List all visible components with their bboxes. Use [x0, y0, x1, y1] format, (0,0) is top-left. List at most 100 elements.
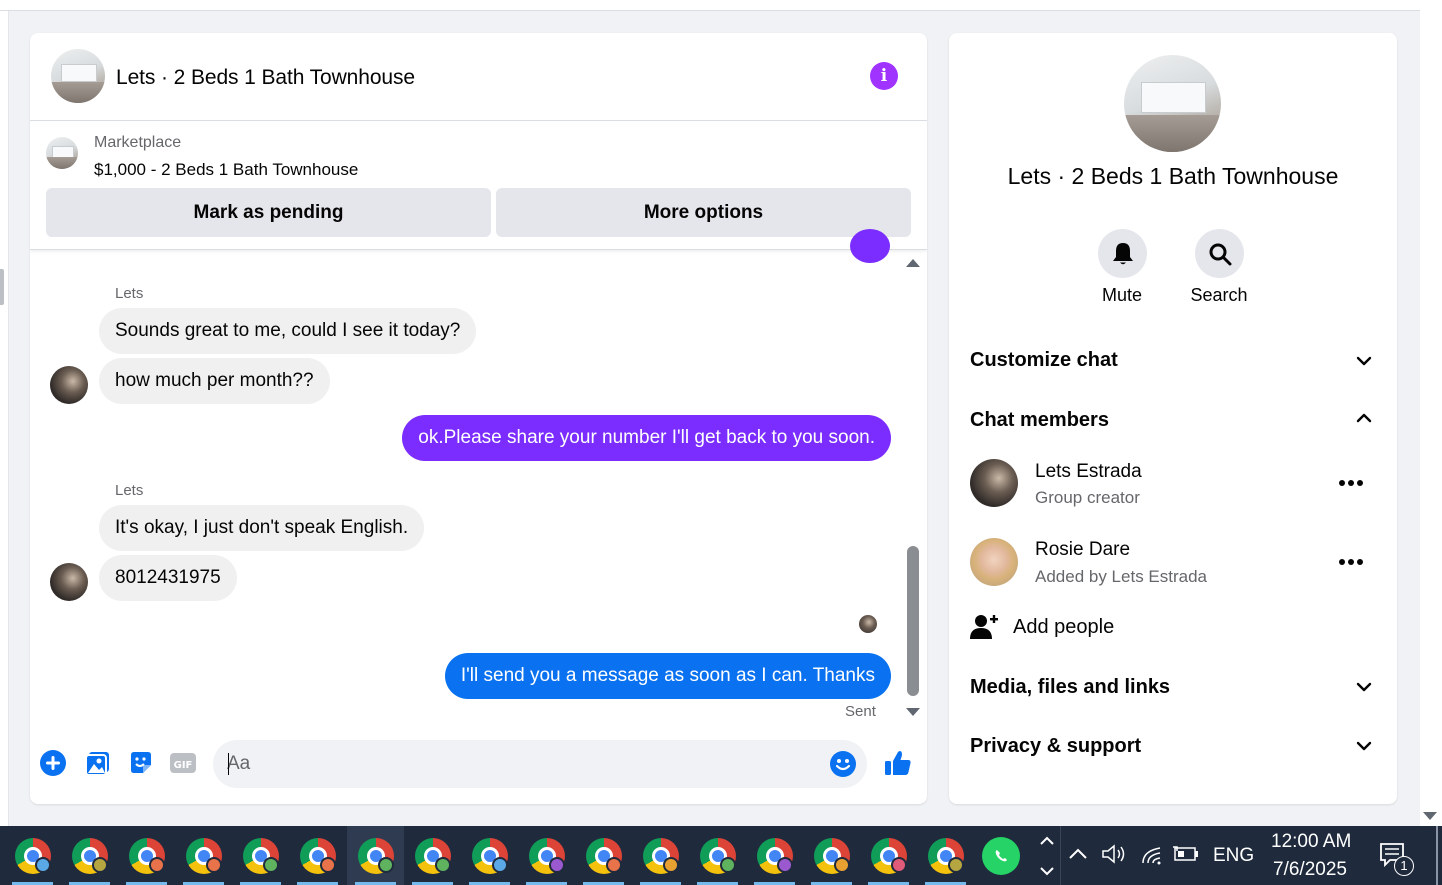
chevron-down-icon[interactable] [1356, 738, 1372, 754]
profile-badge-icon [549, 857, 565, 873]
bell-icon [1112, 242, 1133, 264]
chevron-down-icon[interactable] [1356, 679, 1372, 695]
chrome-taskbar-icon[interactable] [289, 826, 346, 885]
volume-icon[interactable] [1101, 843, 1127, 865]
chrome-taskbar-icon[interactable] [917, 826, 974, 885]
listing-thumbnail[interactable] [46, 137, 78, 169]
chrome-taskbar-icon[interactable] [518, 826, 575, 885]
chrome-taskbar-icon[interactable] [4, 826, 61, 885]
chrome-taskbar-icon[interactable] [232, 826, 289, 885]
search-button[interactable] [1195, 229, 1244, 278]
sent-status: Sent [845, 703, 876, 720]
listing-title[interactable]: $1,000 - 2 Beds 1 Bath Townhouse [94, 160, 358, 180]
more-options-button[interactable]: More options [496, 188, 911, 237]
scroll-down-arrow-icon[interactable] [906, 708, 920, 716]
photo-icon[interactable] [84, 749, 112, 777]
profile-badge-icon [263, 857, 279, 873]
plus-icon[interactable] [39, 749, 67, 777]
mute-button[interactable] [1098, 229, 1147, 278]
svg-text:GIF: GIF [174, 760, 193, 771]
scroll-down-arrow-icon[interactable] [1423, 812, 1437, 820]
message-bubble[interactable]: It's okay, I just don't speak English. [99, 505, 425, 551]
profile-badge-icon [35, 857, 51, 873]
sender-name: Lets [115, 285, 144, 302]
chat-title[interactable]: Lets · 2 Beds 1 Bath Townhouse [116, 66, 415, 90]
chrome-taskbar-icon[interactable] [118, 826, 175, 885]
message-scrollbar-thumb[interactable] [907, 546, 919, 696]
sticker-icon[interactable] [127, 749, 155, 777]
add-person-icon[interactable] [970, 613, 998, 641]
panel-listing-avatar[interactable] [1124, 55, 1221, 152]
left-gutter [0, 11, 9, 826]
show-hidden-icons-icon[interactable] [1068, 846, 1088, 860]
collapse-handle[interactable] [0, 269, 4, 305]
marketplace-label: Marketplace [94, 134, 182, 151]
gif-icon[interactable]: GIF [169, 749, 197, 777]
more-options-icon[interactable] [1339, 558, 1363, 566]
sender-name: Lets [115, 482, 144, 499]
chrome-taskbar-icon[interactable] [61, 826, 118, 885]
taskbar-scroll[interactable] [1036, 826, 1058, 885]
chrome-taskbar-icon[interactable] [461, 826, 518, 885]
chevron-up-icon[interactable] [1356, 410, 1372, 426]
listing-avatar[interactable] [51, 49, 105, 103]
profile-badge-icon [492, 857, 508, 873]
chevron-down-icon[interactable] [1356, 353, 1372, 369]
add-people-button[interactable]: Add people [1013, 616, 1114, 639]
profile-badge-icon [92, 857, 108, 873]
message-list[interactable]: Lets Sounds great to me, could I see it … [30, 229, 927, 721]
scroll-up-arrow-icon[interactable] [906, 259, 920, 267]
chrome-taskbar-icon[interactable] [404, 826, 461, 885]
profile-badge-icon [320, 857, 336, 873]
emoji-icon[interactable] [829, 750, 857, 778]
profile-badge-icon [206, 857, 222, 873]
message-input[interactable] [227, 740, 807, 788]
chrome-taskbar-icon[interactable] [175, 826, 232, 885]
profile-badge-icon [435, 857, 451, 873]
member-avatar[interactable] [970, 538, 1018, 586]
member-name[interactable]: Lets Estrada [1035, 461, 1142, 483]
whatsapp-taskbar-icon[interactable] [972, 826, 1029, 885]
chrome-taskbar-icon[interactable] [689, 826, 746, 885]
clock-date[interactable]: 7/6/2025 [1273, 859, 1347, 881]
member-avatar[interactable] [970, 459, 1018, 507]
message-input-container[interactable] [213, 740, 867, 788]
sender-avatar[interactable] [50, 366, 88, 404]
message-bubble[interactable]: how much per month?? [99, 358, 330, 404]
chrome-taskbar-icon[interactable] [575, 826, 632, 885]
seen-indicator-avatar [859, 615, 877, 633]
thumbs-up-icon[interactable] [882, 749, 914, 777]
member-name[interactable]: Rosie Dare [1035, 539, 1130, 561]
search-label: Search [1190, 285, 1248, 305]
message-bubble[interactable]: 8012431975 [99, 555, 237, 601]
member-role: Group creator [1035, 488, 1140, 507]
chrome-taskbar-icon[interactable] [632, 826, 689, 885]
previous-message-bubble [850, 229, 890, 263]
chat-members-section[interactable]: Chat members [970, 409, 1109, 432]
chrome-taskbar-icon[interactable] [746, 826, 803, 885]
message-bubble-outgoing[interactable]: I'll send you a message as soon as I can… [444, 653, 891, 699]
mark-as-pending-button[interactable]: Mark as pending [46, 188, 491, 237]
chat-header: Lets · 2 Beds 1 Bath Townhouse i [30, 33, 927, 121]
clock-time[interactable]: 12:00 AM [1271, 831, 1351, 853]
profile-badge-icon [834, 857, 850, 873]
chrome-taskbar-icon[interactable] [860, 826, 917, 885]
info-icon[interactable]: i [870, 62, 898, 90]
sender-avatar[interactable] [50, 563, 88, 601]
privacy-support-section[interactable]: Privacy & support [970, 735, 1141, 758]
language-indicator[interactable]: ENG [1213, 845, 1254, 867]
battery-icon[interactable] [1172, 845, 1200, 863]
chrome-taskbar-icon[interactable] [803, 826, 860, 885]
message-bubble[interactable]: Sounds great to me, could I see it today… [99, 308, 477, 354]
profile-badge-icon [948, 857, 964, 873]
member-role: Added by Lets Estrada [1035, 567, 1208, 586]
message-bubble-outgoing[interactable]: ok.Please share your number I'll get bac… [402, 415, 891, 461]
page-scrollbar[interactable] [1420, 0, 1442, 826]
customize-chat-section[interactable]: Customize chat [970, 349, 1118, 372]
media-files-links-section[interactable]: Media, files and links [970, 676, 1170, 699]
text-caret [228, 753, 229, 775]
chrome-taskbar-icon[interactable] [347, 826, 404, 885]
more-options-icon[interactable] [1339, 479, 1363, 487]
profile-badge-icon [606, 857, 622, 873]
network-icon[interactable] [1140, 843, 1164, 867]
